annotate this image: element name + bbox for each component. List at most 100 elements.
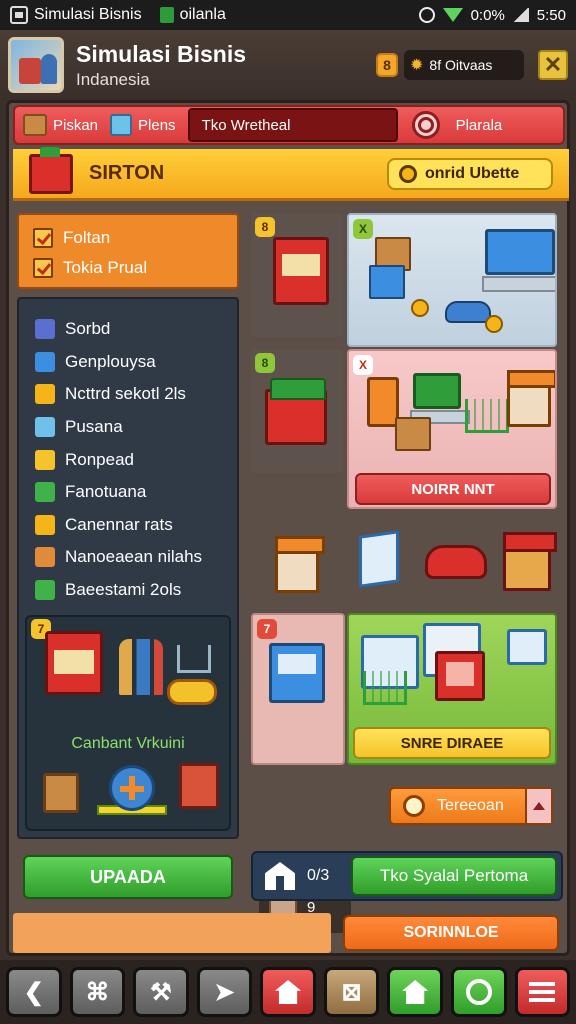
- currency-label: 8f Oitvaas: [429, 57, 493, 73]
- update-label: onrid Ubette: [425, 164, 520, 182]
- back-button[interactable]: ❮: [6, 967, 62, 1017]
- tab-label: Plens: [138, 116, 176, 134]
- send-button[interactable]: ➤: [196, 967, 253, 1017]
- menu-item-label: Canennar rats: [65, 514, 173, 534]
- footer-strip: [13, 913, 331, 953]
- shelf-icon: [369, 265, 405, 299]
- filter-card: Foltan Tokia Prual: [17, 213, 239, 289]
- tereeoan-button[interactable]: Tereeoan: [389, 787, 553, 825]
- currency-display[interactable]: ✹ 8f Oitvaas: [404, 50, 524, 80]
- cart-icon: [363, 671, 407, 705]
- menu-item[interactable]: Genplouysa: [19, 346, 237, 379]
- upgrade-button[interactable]: UPAADA: [23, 855, 233, 899]
- shop-nav-button[interactable]: [387, 967, 443, 1017]
- checkbox-label: Foltan: [63, 228, 111, 247]
- tile-market-stall[interactable]: 8: [251, 213, 343, 337]
- menu-item-label: Nanoeaean nilahs: [65, 547, 203, 567]
- battery-text: 0:0%: [470, 6, 505, 24]
- menu-item-label: Ncttrd sekotl 2ls: [65, 384, 186, 404]
- home-button[interactable]: [260, 967, 316, 1017]
- signal-icon: [512, 8, 529, 22]
- house-icon: [265, 862, 295, 890]
- avatar[interactable]: [8, 37, 64, 93]
- tile-badge: 7: [257, 619, 277, 639]
- tile-badge: X: [353, 219, 373, 239]
- bottom-nav: ❮ ⌘ ⚒ ➤ ⊠: [0, 960, 576, 1024]
- promo-card[interactable]: 7 Canbant Vrkuini: [25, 615, 231, 831]
- checkbox-row[interactable]: Foltan: [33, 223, 223, 253]
- tile-green-stall[interactable]: 8: [251, 349, 343, 473]
- tile-badge: X: [353, 355, 373, 375]
- store-action-button[interactable]: Tko Syalal Pertoma: [351, 856, 557, 896]
- circle-icon: [465, 979, 492, 1005]
- map-icon: ⌘: [85, 978, 110, 1006]
- car-icon[interactable]: [425, 545, 487, 579]
- menu-item-icon: [35, 547, 55, 568]
- map-button[interactable]: ⌘: [69, 967, 126, 1017]
- promo-label: Canbant Vrkuini: [71, 735, 185, 752]
- menu-item-icon: [35, 417, 55, 438]
- store-stats-bar: 0/3 Tko Syalal Pertoma: [251, 851, 563, 901]
- coin-icon: [403, 795, 425, 817]
- inventory-button[interactable]: ⊠: [323, 967, 380, 1017]
- tile-retail[interactable]: SNRE DIRAEE: [347, 613, 557, 765]
- footer-button[interactable]: SORINNLOE: [343, 915, 559, 951]
- status-notification: oilanla: [179, 6, 226, 23]
- menu-item-icon: [35, 482, 55, 503]
- menu-item-icon: [35, 384, 55, 405]
- menu-item-label: Fanotuana: [65, 482, 147, 502]
- billboard-icon[interactable]: [359, 530, 399, 588]
- cart-icon: [177, 645, 211, 673]
- menu-item[interactable]: Pusana: [19, 411, 237, 444]
- menu-item[interactable]: Nanoeaean nilahs: [19, 541, 237, 574]
- menu-item-icon: [35, 351, 55, 372]
- stall-icon[interactable]: [503, 532, 557, 591]
- build-button[interactable]: ⚒: [133, 967, 189, 1017]
- menu-item[interactable]: Fanotuana: [19, 476, 237, 509]
- menu-item[interactable]: Baeestami 2ols: [19, 574, 237, 607]
- box-icon: [395, 417, 431, 451]
- menu-item-icon: [35, 449, 55, 470]
- store-name-field[interactable]: Tko Wretheal: [187, 108, 398, 142]
- checkbox-row[interactable]: Tokia Prual: [33, 253, 223, 283]
- menu-list: Sorbd Genplouysa Ncttrd sekotl 2ls Pusan…: [17, 297, 239, 839]
- stats-value: 0/3: [307, 867, 330, 884]
- close-button[interactable]: ✕: [538, 50, 568, 80]
- status-app-name: Simulasi Bisnis: [34, 6, 142, 23]
- menu-item[interactable]: Canennar rats: [19, 509, 237, 542]
- cube-icon: [110, 114, 133, 136]
- coin-badge[interactable]: 8: [376, 53, 398, 77]
- caret-up-icon[interactable]: [525, 789, 551, 823]
- shop-icon[interactable]: [275, 536, 325, 593]
- tab-plens[interactable]: Plens: [110, 114, 176, 136]
- update-button[interactable]: onrid Ubette: [387, 157, 553, 190]
- shop-icon: [402, 980, 429, 1004]
- promo-tile-button[interactable]: NOIRR NNT: [355, 473, 551, 505]
- coin-icon: [485, 315, 503, 333]
- menu-item[interactable]: Ronpead: [19, 443, 237, 476]
- tab-piskan[interactable]: Piskan: [23, 114, 98, 136]
- menu-item-label: Sorbd: [65, 319, 111, 339]
- checkbox[interactable]: [33, 228, 53, 248]
- business-grid: 8 X 8 X NOIRR NNT 7 SNRE DIRAEE 9: [251, 213, 561, 933]
- menu-item[interactable]: Sorbd: [19, 313, 237, 346]
- settings-nav-button[interactable]: [450, 967, 507, 1017]
- search-icon[interactable]: [411, 111, 440, 139]
- tab-label: Piskan: [53, 116, 99, 134]
- menu-item-label: Genplouysa: [65, 351, 156, 371]
- menu-button[interactable]: [514, 967, 571, 1017]
- retail-tile-button[interactable]: SNRE DIRAEE: [353, 727, 551, 759]
- delivery-cart-icon: [167, 679, 217, 705]
- tereeoan-label: Tereeoan: [437, 797, 504, 814]
- tab-plarala[interactable]: Plarala: [456, 117, 503, 134]
- laptop-icon: [482, 229, 555, 292]
- ad-screen-icon: [435, 651, 485, 701]
- checkbox[interactable]: [33, 258, 53, 278]
- tile-promotion[interactable]: X NOIRR NNT: [347, 349, 557, 509]
- app-icon: [10, 6, 28, 24]
- tile-kiosk[interactable]: 7: [251, 613, 345, 765]
- menu-item-label: Baeestami 2ols: [65, 580, 182, 600]
- menu-item[interactable]: Ncttrd sekotl 2ls: [19, 378, 237, 411]
- tile-online-shop[interactable]: X: [347, 213, 557, 347]
- section-title: SIRTON: [89, 162, 165, 184]
